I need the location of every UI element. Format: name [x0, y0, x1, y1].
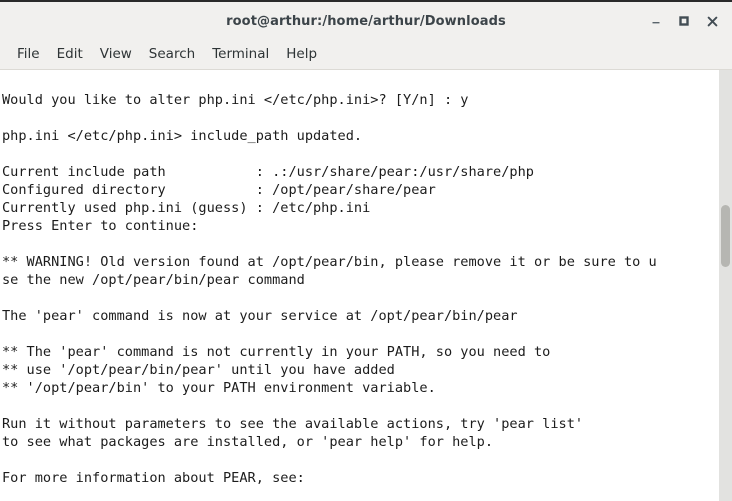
terminal-line: ** '/opt/pear/bin' to your PATH environm…: [2, 380, 436, 396]
menu-item-view[interactable]: View: [92, 43, 140, 66]
terminal-line: Configured directory : /opt/pear/share/p…: [2, 182, 436, 198]
terminal-line: Currently used php.ini (guess) : /etc/ph…: [2, 200, 371, 216]
menu-item-terminal[interactable]: Terminal: [204, 43, 277, 66]
scrollbar-thumb[interactable]: [721, 205, 730, 267]
terminal-line: ** The 'pear' command is not currently i…: [2, 344, 551, 360]
scrollbar-trough[interactable]: [719, 70, 732, 501]
terminal-line: se the new /opt/pear/bin/pear command: [2, 272, 305, 288]
menu-bar: File Edit View Search Terminal Help: [0, 40, 732, 70]
terminal-area: Would you like to alter php.ini </etc/ph…: [0, 70, 732, 501]
menu-item-search[interactable]: Search: [141, 43, 203, 66]
terminal-line: Would you like to alter php.ini </etc/ph…: [2, 92, 469, 108]
window-title: root@arthur:/home/arthur/Downloads: [226, 14, 506, 29]
menu-item-help[interactable]: Help: [278, 43, 325, 66]
close-button[interactable]: [698, 8, 726, 34]
terminal-line: The 'pear' command is now at your servic…: [2, 308, 518, 324]
menu-item-edit[interactable]: Edit: [49, 43, 91, 66]
minimize-icon: [652, 22, 660, 24]
terminal-line: Press Enter to continue:: [2, 218, 199, 234]
window-controls: [642, 2, 726, 40]
maximize-icon: [679, 16, 689, 26]
terminal-line: ** WARNING! Old version found at /opt/pe…: [2, 254, 657, 270]
terminal-line: php.ini </etc/php.ini> include_path upda…: [2, 128, 363, 144]
terminal-output[interactable]: Would you like to alter php.ini </etc/ph…: [0, 70, 715, 501]
terminal-line: Run it without parameters to see the ava…: [2, 416, 584, 432]
terminal-line-list: Would you like to alter php.ini </etc/ph…: [2, 73, 715, 487]
title-bar: root@arthur:/home/arthur/Downloads: [0, 0, 732, 40]
terminal-line: For more information about PEAR, see:: [2, 470, 305, 486]
menu-item-file[interactable]: File: [9, 43, 48, 66]
maximize-button[interactable]: [670, 8, 698, 34]
vertical-scrollbar[interactable]: [715, 70, 732, 501]
terminal-line: Current include path : .:/usr/share/pear…: [2, 164, 534, 180]
terminal-line: ** use '/opt/pear/bin/pear' until you ha…: [2, 362, 395, 378]
close-icon: [707, 16, 717, 26]
terminal-window: root@arthur:/home/arthur/Downloads File …: [0, 0, 732, 501]
terminal-line: to see what packages are installed, or '…: [2, 434, 494, 450]
minimize-button[interactable]: [642, 8, 670, 34]
